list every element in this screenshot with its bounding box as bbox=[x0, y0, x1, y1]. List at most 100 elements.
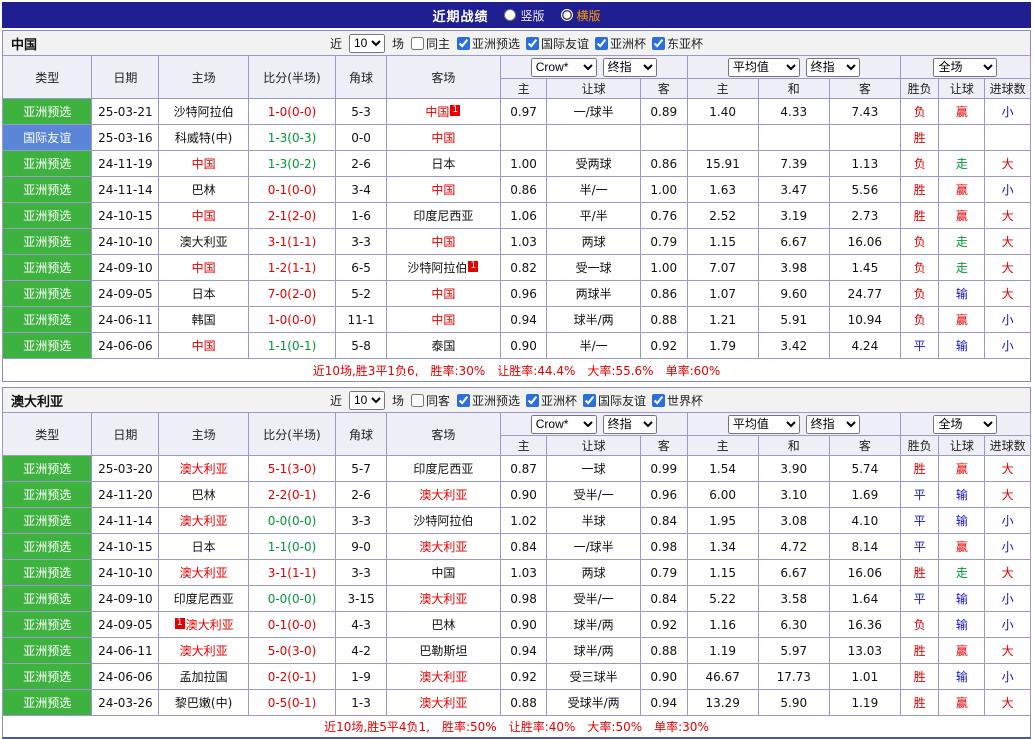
competition-checkbox[interactable] bbox=[456, 36, 470, 50]
score-cell[interactable]: 2-2(0-1) bbox=[247, 481, 337, 508]
odds-source-select[interactable]: Crow* bbox=[530, 57, 597, 77]
away-team-cell[interactable]: 澳大利亚 bbox=[385, 533, 501, 560]
score-cell[interactable]: 3-1(1-1) bbox=[247, 559, 337, 586]
away-team-cell[interactable]: 日本 bbox=[385, 150, 501, 177]
home-team-cell[interactable]: 中国 bbox=[158, 150, 249, 177]
average-time-select[interactable]: 终指 bbox=[805, 414, 860, 434]
vertical-radio[interactable] bbox=[504, 9, 517, 21]
home-team-cell[interactable]: 澳大利亚 bbox=[158, 637, 249, 664]
score-cell[interactable]: 0-0(0-0) bbox=[247, 507, 337, 534]
away-team-cell[interactable]: 印度尼西亚 bbox=[385, 455, 501, 482]
score-cell[interactable]: 3-1(1-1) bbox=[247, 228, 337, 255]
score-cell[interactable]: 1-3(0-2) bbox=[247, 150, 337, 177]
home-team-cell[interactable]: 澳大利亚 bbox=[158, 455, 249, 482]
score-cell[interactable]: 1-0(0-0) bbox=[247, 98, 337, 125]
away-team-cell[interactable]: 中国 1 bbox=[385, 98, 501, 125]
same-venue-option[interactable]: 同客 bbox=[410, 392, 450, 409]
away-team-cell[interactable]: 沙特阿拉伯 bbox=[385, 507, 501, 534]
score-cell[interactable]: 0-5(0-1) bbox=[247, 689, 337, 716]
horizontal-radio[interactable] bbox=[560, 9, 573, 21]
average-select[interactable]: 平均值 bbox=[727, 57, 800, 77]
score-cell[interactable]: 1-1(0-0) bbox=[247, 533, 337, 560]
away-team-cell[interactable]: 澳大利亚 bbox=[385, 481, 501, 508]
scope-select[interactable]: 全场 bbox=[933, 57, 998, 77]
odds-source-select[interactable]: Crow* bbox=[530, 414, 597, 434]
score-cell[interactable]: 2-1(2-0) bbox=[247, 202, 337, 229]
competition-filter-option[interactable]: 东亚杯 bbox=[652, 35, 703, 52]
score-cell[interactable]: 0-2(0-1) bbox=[247, 663, 337, 690]
competition-filter-option[interactable]: 亚洲杯 bbox=[595, 35, 646, 52]
score-cell[interactable]: 0-1(0-0) bbox=[247, 611, 337, 638]
score-cell[interactable]: 5-1(3-0) bbox=[247, 455, 337, 482]
home-team-cell[interactable]: 澳大利亚 bbox=[158, 507, 249, 534]
home-team-cell[interactable]: 澳大利亚 bbox=[158, 228, 249, 255]
score-cell[interactable]: 7-0(2-0) bbox=[247, 280, 337, 307]
away-team-cell[interactable]: 泰国 bbox=[385, 332, 501, 359]
away-team-cell[interactable]: 巴林 bbox=[385, 611, 501, 638]
games-count-select[interactable]: 10 bbox=[348, 33, 385, 53]
scope-select[interactable]: 全场 bbox=[933, 414, 998, 434]
score-cell[interactable]: 1-1(0-1) bbox=[247, 332, 337, 359]
away-team-cell[interactable]: 中国 bbox=[385, 228, 501, 255]
competition-checkbox[interactable] bbox=[583, 393, 597, 407]
away-team-cell[interactable]: 印度尼西亚 bbox=[385, 202, 501, 229]
home-team-cell[interactable]: 1 澳大利亚 bbox=[158, 611, 249, 638]
away-team-cell[interactable]: 澳大利亚 bbox=[385, 585, 501, 612]
score-cell[interactable]: 1-2(1-1) bbox=[247, 254, 337, 281]
away-team-cell[interactable]: 中国 bbox=[385, 306, 501, 333]
competition-checkbox[interactable] bbox=[526, 393, 539, 407]
away-team-cell[interactable]: 巴勒斯坦 bbox=[385, 637, 501, 664]
away-team-cell[interactable]: 澳大利亚 bbox=[385, 689, 501, 716]
corner-cell: 3-4 bbox=[335, 176, 387, 203]
competition-filter-option[interactable]: 世界杯 bbox=[652, 392, 703, 409]
home-team-cell[interactable]: 日本 bbox=[158, 280, 249, 307]
handicap-away-odds: 0.84 bbox=[639, 507, 688, 534]
home-team-cell[interactable]: 中国 bbox=[158, 332, 249, 359]
score-cell[interactable]: 5-0(3-0) bbox=[247, 637, 337, 664]
away-team-cell[interactable]: 澳大利亚 bbox=[385, 663, 501, 690]
competition-checkbox[interactable] bbox=[652, 36, 666, 50]
same-venue-option[interactable]: 同主 bbox=[410, 35, 450, 52]
layout-horizontal-option[interactable]: 横版 bbox=[560, 7, 601, 24]
handicap-line: 受半/一 bbox=[546, 585, 641, 612]
home-team-cell[interactable]: 澳大利亚 bbox=[158, 559, 249, 586]
competition-filter-option[interactable]: 国际友谊 bbox=[583, 392, 646, 409]
away-team-cell[interactable]: 中国 bbox=[385, 280, 501, 307]
home-team-cell[interactable]: 印度尼西亚 bbox=[158, 585, 249, 612]
home-team-cell[interactable]: 韩国 bbox=[158, 306, 249, 333]
same-venue-checkbox[interactable] bbox=[410, 393, 424, 407]
summary-record: 近10场,胜5平4负1, bbox=[324, 720, 430, 734]
competition-filter-option[interactable]: 亚洲预选 bbox=[456, 35, 520, 52]
away-team-cell[interactable]: 中国 bbox=[385, 124, 501, 151]
competition-checkbox[interactable] bbox=[595, 36, 609, 50]
home-team-cell[interactable]: 黎巴嫩(中) bbox=[158, 689, 249, 716]
home-team-cell[interactable]: 日本 bbox=[158, 533, 249, 560]
competition-checkbox[interactable] bbox=[652, 393, 666, 407]
home-team-cell[interactable]: 中国 bbox=[158, 254, 249, 281]
competition-filter-option[interactable]: 亚洲杯 bbox=[526, 392, 577, 409]
layout-vertical-option[interactable]: 竖版 bbox=[504, 7, 545, 24]
score-cell[interactable]: 0-1(0-0) bbox=[247, 176, 337, 203]
odds-time-select[interactable]: 终指 bbox=[602, 57, 657, 77]
odds-time-select[interactable]: 终指 bbox=[602, 414, 657, 434]
games-count-select[interactable]: 10 bbox=[348, 390, 385, 410]
competition-checkbox[interactable] bbox=[526, 36, 539, 50]
away-team-cell[interactable]: 中国 bbox=[385, 176, 501, 203]
home-team-cell[interactable]: 科威特(中) bbox=[158, 124, 249, 151]
same-venue-checkbox[interactable] bbox=[410, 36, 424, 50]
competition-checkbox[interactable] bbox=[456, 393, 470, 407]
score-cell[interactable]: 0-0(0-0) bbox=[247, 585, 337, 612]
average-select[interactable]: 平均值 bbox=[727, 414, 800, 434]
home-team-cell[interactable]: 沙特阿拉伯 bbox=[158, 98, 249, 125]
home-team-cell[interactable]: 中国 bbox=[158, 202, 249, 229]
average-time-select[interactable]: 终指 bbox=[805, 57, 860, 77]
score-cell[interactable]: 1-0(0-0) bbox=[247, 306, 337, 333]
score-cell[interactable]: 1-3(0-3) bbox=[247, 124, 337, 151]
home-team-cell[interactable]: 孟加拉国 bbox=[158, 663, 249, 690]
home-team-cell[interactable]: 巴林 bbox=[158, 176, 249, 203]
competition-filter-option[interactable]: 亚洲预选 bbox=[456, 392, 520, 409]
away-team-cell[interactable]: 沙特阿拉伯 1 bbox=[385, 254, 501, 281]
away-team-cell[interactable]: 中国 bbox=[385, 559, 501, 586]
home-team-cell[interactable]: 巴林 bbox=[158, 481, 249, 508]
competition-filter-option[interactable]: 国际友谊 bbox=[526, 35, 589, 52]
